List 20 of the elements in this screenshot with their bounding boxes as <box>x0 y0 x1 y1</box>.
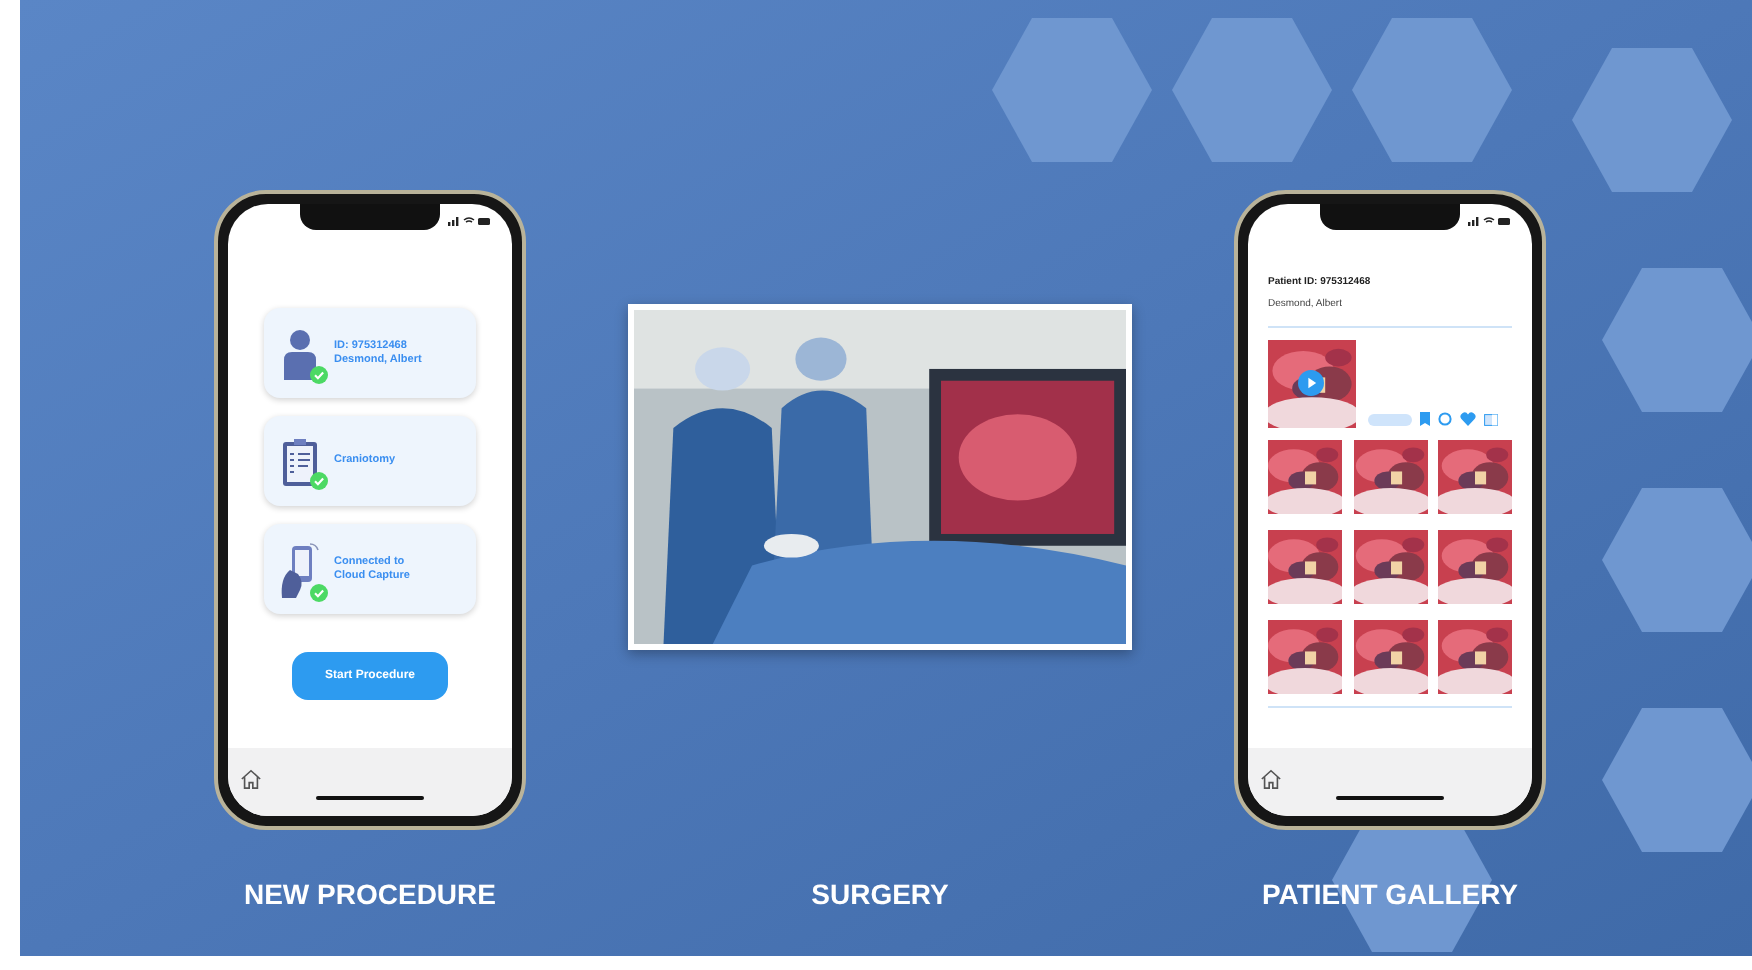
play-icon[interactable] <box>1298 370 1324 396</box>
home-icon[interactable] <box>240 768 262 790</box>
home-indicator <box>316 796 424 800</box>
tag-pill <box>1368 413 1412 425</box>
section-caption: PATIENT GALLERY <box>1261 876 1519 914</box>
clipboard-icon <box>282 437 318 485</box>
panel-icon[interactable] <box>1484 413 1498 425</box>
bookmark-icon[interactable] <box>1420 412 1430 426</box>
circle-icon[interactable] <box>1438 412 1452 426</box>
phone-notch <box>1320 204 1460 230</box>
home-icon[interactable] <box>1260 768 1282 790</box>
status-icons <box>448 216 492 226</box>
heart-icon[interactable] <box>1460 412 1476 426</box>
home-indicator <box>1336 796 1444 800</box>
status-icons <box>1468 216 1512 226</box>
section-caption: SURGERY <box>811 876 949 914</box>
phone-in-hand-icon <box>280 541 320 597</box>
section-caption: NEW PROCEDURE <box>243 876 496 914</box>
person-icon <box>282 327 318 379</box>
phone-notch <box>300 204 440 230</box>
